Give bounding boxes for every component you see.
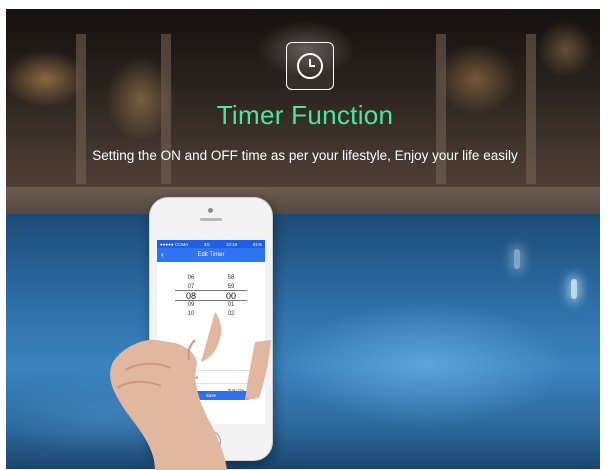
minute-option[interactable]: 58 <box>221 274 241 283</box>
status-bar: ●●●●● CCMA 4G 10:18 81% <box>157 240 265 248</box>
banner-subtitle: Setting the ON and OFF time as per your … <box>92 148 518 163</box>
earpiece <box>200 218 222 221</box>
hand <box>110 312 271 470</box>
nav-bar: ‹ Edit Timer <box>157 248 265 262</box>
back-icon[interactable]: ‹ <box>161 248 164 262</box>
pool-light <box>571 279 577 299</box>
pool-light <box>514 249 520 269</box>
front-camera-icon <box>208 208 213 213</box>
carrier-label: ●●●●● CCMA <box>160 241 189 247</box>
battery-label: 81% <box>252 241 262 247</box>
banner-title: Timer Function <box>216 100 394 130</box>
network-label: 4G <box>203 241 210 247</box>
clock-icon <box>286 42 334 90</box>
nav-title: Edit Timer <box>197 252 225 258</box>
hour-option[interactable]: 06 <box>181 274 201 283</box>
selection-line <box>175 290 247 291</box>
time-label: 10:18 <box>225 241 238 247</box>
